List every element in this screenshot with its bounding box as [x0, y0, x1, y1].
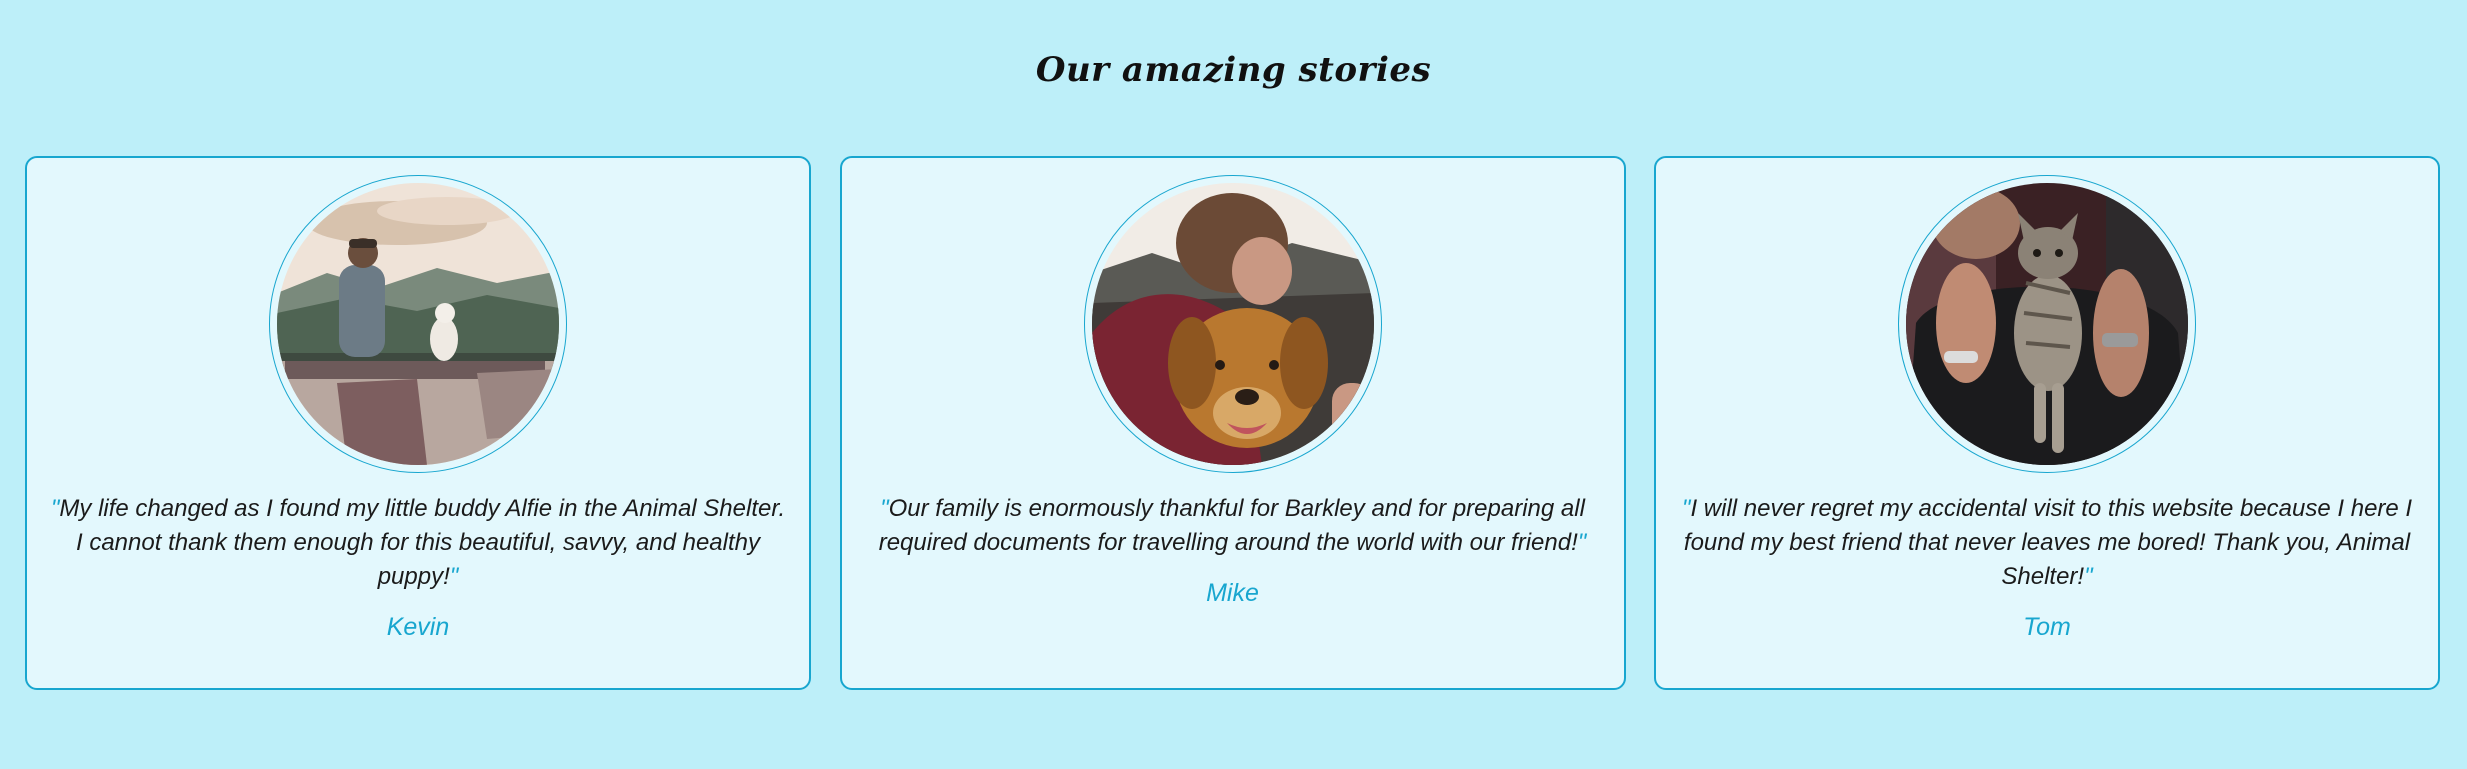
section-title: Our amazing stories — [1035, 50, 1432, 90]
testimonial-quote: "Our family is enormously thankful for B… — [862, 492, 1604, 610]
close-quote-mark: " — [1577, 529, 1587, 556]
author-name: Tom — [2023, 613, 2071, 641]
story-card: "My life changed as I found my little bu… — [25, 156, 811, 690]
testimonial-quote: "My life changed as I found my little bu… — [47, 492, 789, 644]
story-card: "I will never regret my accidental visit… — [1654, 156, 2440, 690]
close-quote-mark: " — [449, 563, 459, 590]
close-quote-mark: " — [2084, 563, 2093, 590]
quote-text: Our family is enormously thankful for Ba… — [878, 495, 1585, 556]
avatar-frame — [1083, 175, 1382, 473]
man-hugging-golden-retriever-photo — [1091, 183, 1374, 465]
avatar-frame — [269, 175, 567, 473]
man-with-dog-on-mountain-photo — [277, 183, 559, 465]
author-name: Mike — [1206, 579, 1259, 607]
quote-text: My life changed as I found my little bud… — [59, 495, 786, 590]
author-name: Kevin — [386, 613, 450, 641]
man-holding-tabby-kitten-photo — [1906, 183, 2188, 465]
quote-text: I will never regret my accidental visit … — [1683, 495, 2413, 590]
stories-list: "My life changed as I found my little bu… — [25, 156, 2440, 690]
testimonial-quote: "I will never regret my accidental visit… — [1676, 492, 2418, 644]
story-card: "Our family is enormously thankful for B… — [839, 156, 1626, 690]
avatar-frame — [1898, 175, 2196, 473]
open-quote-mark: " — [880, 495, 889, 522]
